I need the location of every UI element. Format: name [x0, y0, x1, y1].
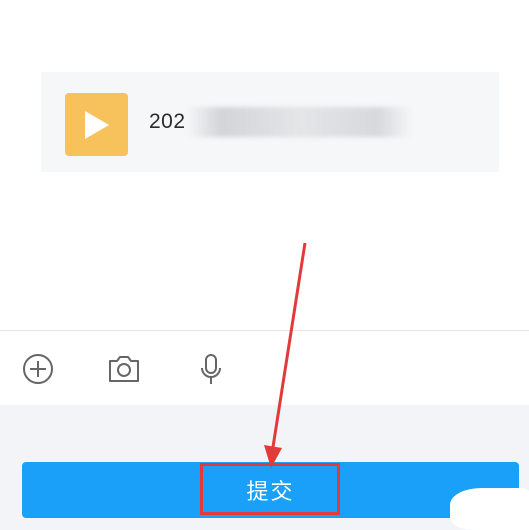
- video-attachment-card[interactable]: 202: [41, 72, 499, 172]
- camera-icon[interactable]: [107, 353, 141, 385]
- white-overlay-patch: [450, 488, 529, 530]
- play-icon: [85, 111, 109, 139]
- highlight-annotation-box: [200, 463, 340, 515]
- input-toolbar: [0, 330, 529, 406]
- microphone-icon[interactable]: [198, 353, 224, 387]
- redacted-filename-blur: [187, 107, 412, 137]
- add-icon[interactable]: [22, 353, 54, 385]
- video-file-thumbnail: [65, 93, 128, 156]
